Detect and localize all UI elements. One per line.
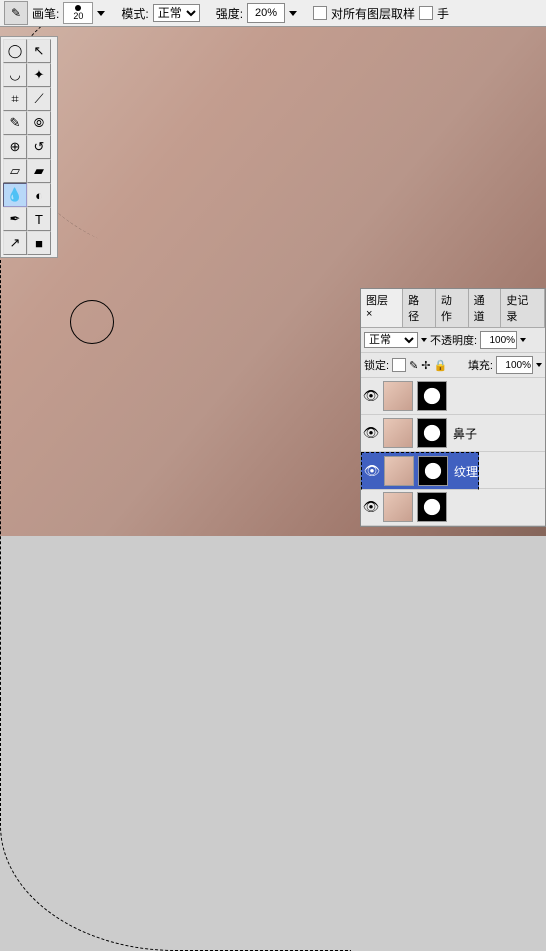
- options-bar: ✎ 画笔: 20 模式: 正常 强度: 对所有图层取样 手: [0, 0, 546, 27]
- lock-all-icon[interactable]: 🔒: [434, 359, 448, 372]
- layer-thumbnail[interactable]: [383, 381, 413, 411]
- mode-label: 模式:: [121, 5, 148, 22]
- sample-all-checkbox[interactable]: [313, 6, 327, 20]
- lock-move-icon[interactable]: ✢: [421, 359, 430, 372]
- opacity-input[interactable]: [480, 331, 517, 349]
- tool-healing[interactable]: ⊕: [3, 135, 27, 159]
- tab-actions[interactable]: 动作: [436, 289, 469, 327]
- tool-blur[interactable]: 💧: [3, 183, 27, 207]
- tool-history-brush[interactable]: ↺: [27, 135, 51, 159]
- finger-checkbox[interactable]: [419, 6, 433, 20]
- tool-dodge[interactable]: ◐: [27, 183, 51, 207]
- lock-trans-icon[interactable]: [392, 358, 406, 372]
- finger-label: 手: [437, 5, 449, 22]
- tool-slice[interactable]: ⟋: [27, 87, 51, 111]
- visibility-icon[interactable]: 👁: [361, 425, 381, 441]
- layer-mask-thumbnail[interactable]: [417, 418, 447, 448]
- layer-name: 鼻子: [449, 425, 477, 442]
- selection-marquee: [0, 250, 81, 700]
- visibility-icon[interactable]: 👁: [362, 463, 382, 479]
- layer-mask-thumbnail[interactable]: [418, 456, 448, 486]
- layer-name: 纹理: [450, 463, 478, 480]
- tab-paths[interactable]: 路径: [403, 289, 436, 327]
- dropdown-icon[interactable]: [536, 363, 542, 367]
- tab-channels[interactable]: 通道: [469, 289, 502, 327]
- fill-input[interactable]: [496, 356, 533, 374]
- layer-thumbnail[interactable]: [383, 492, 413, 522]
- tool-magic-wand[interactable]: ✦: [27, 63, 51, 87]
- tool-clone[interactable]: ⦾: [27, 111, 51, 135]
- dropdown-icon[interactable]: [97, 11, 105, 16]
- tool-marquee-ellipse[interactable]: ◯: [3, 39, 27, 63]
- layer-thumbnail[interactable]: [383, 418, 413, 448]
- blend-mode-select[interactable]: 正常: [153, 4, 200, 22]
- visibility-icon[interactable]: 👁: [361, 388, 381, 404]
- strength-input[interactable]: [247, 3, 285, 23]
- selection-marquee: [0, 700, 351, 951]
- visibility-icon[interactable]: 👁: [361, 499, 381, 515]
- layer-list: 👁👁鼻子👁纹理👁轮廓👁: [361, 378, 545, 526]
- brush-cursor: [70, 300, 114, 344]
- layer-blend-select[interactable]: 正常: [364, 332, 418, 348]
- tool-move[interactable]: ↖: [27, 39, 51, 63]
- fill-label: 填充:: [468, 357, 493, 373]
- layer-row[interactable]: 👁 纹理: [361, 452, 479, 490]
- strength-label: 强度:: [216, 5, 243, 22]
- layers-panel: 图层 × 路径 动作 通道 史记录 正常 不透明度: 锁定: ✎ ✢ 🔒 填充:…: [360, 288, 546, 527]
- layer-mask-thumbnail[interactable]: [417, 492, 447, 522]
- tool-crop[interactable]: ⌗: [3, 87, 27, 111]
- lock-paint-icon[interactable]: ✎: [409, 359, 418, 372]
- layer-mask-thumbnail[interactable]: [417, 381, 447, 411]
- tool-bucket[interactable]: ▰: [27, 159, 51, 183]
- tool-path-sel[interactable]: ↗: [3, 231, 27, 255]
- layer-thumbnail[interactable]: [384, 456, 414, 486]
- layer-row[interactable]: 👁: [361, 378, 545, 415]
- tab-layers[interactable]: 图层 ×: [361, 289, 403, 327]
- brush-label: 画笔:: [32, 5, 59, 22]
- tool-eraser[interactable]: ▱: [3, 159, 27, 183]
- panel-tabs: 图层 × 路径 动作 通道 史记录: [361, 289, 545, 328]
- tool-brush[interactable]: ✎: [3, 111, 27, 135]
- tool-pen[interactable]: ✒: [3, 207, 27, 231]
- tab-history[interactable]: 史记录: [501, 289, 545, 327]
- layer-row[interactable]: 👁: [361, 489, 545, 526]
- tool-type[interactable]: T: [27, 207, 51, 231]
- brush-picker[interactable]: 20: [63, 2, 93, 24]
- toolbox: ◯↖◡✦⌗⟋✎⦾⊕↺▱▰💧◐✒T↗■: [0, 36, 58, 258]
- tool-shape[interactable]: ■: [27, 231, 51, 255]
- tool-lasso[interactable]: ◡: [3, 63, 27, 87]
- dropdown-icon[interactable]: [421, 338, 427, 342]
- opacity-label: 不透明度:: [430, 332, 477, 348]
- layer-row[interactable]: 👁 鼻子: [361, 415, 545, 452]
- dropdown-icon[interactable]: [520, 338, 526, 342]
- lock-label: 锁定:: [364, 357, 389, 373]
- tool-preset-icon[interactable]: ✎: [4, 1, 28, 25]
- sample-all-label: 对所有图层取样: [331, 5, 415, 22]
- dropdown-icon[interactable]: [289, 11, 297, 16]
